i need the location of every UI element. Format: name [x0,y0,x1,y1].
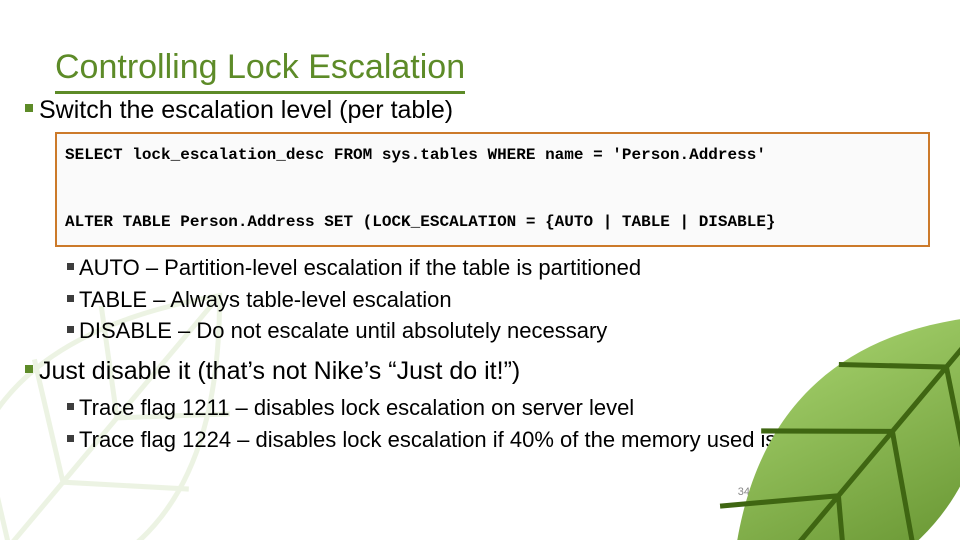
bullet-level2: DISABLE – Do not escalate until absolute… [67,316,930,346]
bullet-level1: Just disable it (that’s not Nike’s “Just… [25,356,930,387]
bullet-level2: Trace flag 1211 – disables lock escalati… [67,393,930,423]
slide-title: Controlling Lock Escalation [55,48,465,94]
bullet-level2: AUTO – Partition-level escalation if the… [67,253,930,283]
code-block: SELECT lock_escalation_desc FROM sys.tab… [55,132,930,247]
bullet-level2: Trace flag 1224 – disables lock escalati… [67,425,930,455]
slide-body: Switch the escalation level (per table) … [25,95,930,457]
bullet-level1: Switch the escalation level (per table) [25,95,930,126]
slide: Controlling Lock Escalation Switch the e… [0,0,960,540]
page-number: 34 [738,486,750,498]
bullet-level2: TABLE – Always table-level escalation [67,285,930,315]
